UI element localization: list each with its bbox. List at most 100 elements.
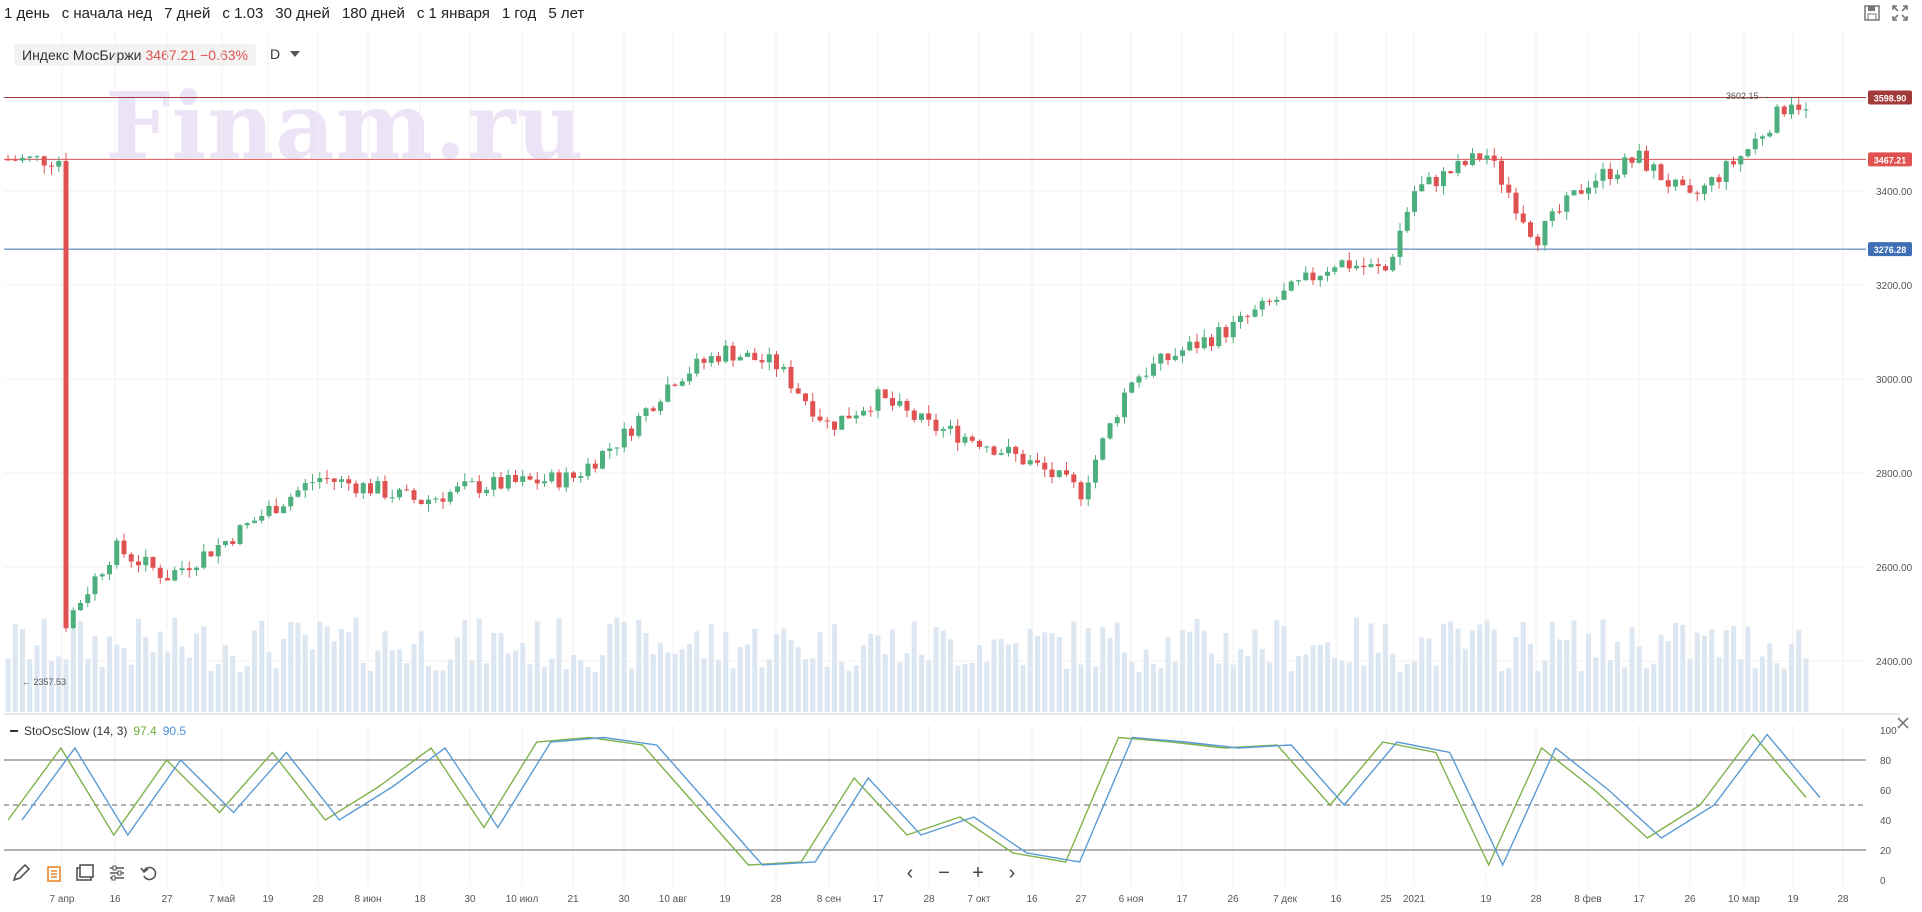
candle-body [1288, 281, 1294, 291]
time-tick-label: 18 [414, 894, 426, 905]
candle-body [1557, 211, 1562, 213]
candle-body [861, 410, 866, 416]
volume-bar [1027, 628, 1033, 712]
candle-body [904, 401, 910, 411]
candle-body [571, 472, 576, 478]
scroll-right-icon[interactable]: › [1002, 862, 1022, 885]
volume-bar [382, 631, 388, 712]
undo-icon[interactable] [136, 860, 162, 886]
volume-bar [404, 663, 410, 712]
volume-bar [853, 665, 859, 712]
price-tick-label: 2400.00 [1876, 657, 1913, 668]
volume-bar [259, 620, 265, 712]
volume-bar [904, 653, 910, 712]
candle-body [34, 156, 40, 158]
osc-tick-label: 20 [1880, 846, 1892, 857]
candle-body [1426, 176, 1432, 185]
volume-bar [12, 623, 18, 712]
settings-icon[interactable] [104, 860, 130, 886]
candle-body [853, 415, 859, 419]
candle-body [266, 505, 272, 516]
candle-body [85, 594, 91, 603]
volume-bar [621, 621, 627, 712]
volume-bar [310, 649, 315, 712]
volume-bar [1564, 640, 1570, 712]
candle-body [1143, 375, 1149, 377]
candle-body [614, 447, 620, 449]
candle-body [607, 448, 613, 451]
candle-body [940, 428, 946, 431]
candle-body [440, 498, 446, 502]
candle-body [679, 381, 685, 386]
candle-body [12, 159, 18, 161]
candle-body [1317, 275, 1323, 281]
volume-bar [890, 629, 895, 712]
volume-bar [1549, 622, 1555, 712]
volume-bar [1644, 668, 1649, 712]
volume-bar [730, 668, 736, 712]
volume-bar [78, 621, 83, 712]
candle-body [556, 472, 562, 488]
scroll-left-icon[interactable]: ‹ [900, 862, 920, 885]
volume-bar [5, 658, 11, 712]
volume-bar [1397, 671, 1403, 712]
candle-body [832, 421, 837, 430]
candle-body [687, 373, 692, 382]
candle-body [295, 490, 301, 497]
osc-tick-label: 40 [1880, 816, 1892, 827]
candle-body [433, 498, 439, 500]
candle-body [759, 360, 765, 363]
templates-icon[interactable] [72, 860, 98, 886]
volume-bar [397, 649, 402, 712]
volume-bar [455, 637, 460, 712]
volume-bar [1267, 662, 1272, 712]
volume-bar [1571, 620, 1577, 712]
volume-bar [759, 667, 765, 712]
candle-body [70, 610, 76, 629]
candle-body [1491, 155, 1497, 161]
candle-body [360, 483, 366, 494]
volume-bar [1252, 629, 1258, 712]
candle-body [353, 483, 359, 494]
volume-bar [1259, 648, 1265, 712]
candle-body [63, 161, 69, 629]
candle-body [1245, 315, 1251, 317]
indicators-icon[interactable] [40, 860, 66, 886]
volume-bar [1281, 626, 1287, 712]
candle-body [1528, 222, 1533, 237]
pencil-icon[interactable] [8, 860, 34, 886]
candle-body [56, 161, 62, 167]
candle-body [788, 366, 794, 389]
zoom-in-icon[interactable]: + [968, 862, 988, 885]
drawing-toolbar [8, 860, 162, 886]
time-tick-label: 6 ноя [1119, 894, 1144, 905]
volume-bar [339, 628, 344, 712]
volume-bar [687, 643, 692, 712]
volume-bar [252, 630, 257, 712]
volume-bar [1093, 666, 1098, 712]
candle-body [143, 556, 149, 566]
candle-body [592, 463, 598, 469]
candle-body [1375, 264, 1381, 267]
volume-bar [1129, 662, 1135, 712]
price-chart[interactable]: 3598.90 3467.21 3276.28 3400.00 3200.00 3000… [0, 0, 1922, 912]
close-icon[interactable] [1896, 716, 1912, 732]
volume-bar [984, 662, 990, 712]
volume-bar [882, 654, 888, 712]
candle-body [1738, 156, 1744, 165]
zoom-out-icon[interactable]: − [934, 862, 954, 885]
candle-body [78, 602, 83, 611]
volume-bar [1165, 636, 1171, 712]
candle-body [513, 474, 518, 482]
candle-body [795, 388, 801, 394]
volume-bar [1441, 623, 1446, 712]
candle-body [1477, 153, 1483, 160]
volume-bar [230, 655, 236, 712]
candle-body [600, 450, 605, 469]
volume-bar [1390, 653, 1396, 712]
volume-bar [99, 667, 105, 712]
volume-bar [534, 621, 540, 712]
time-tick-label: 30 [464, 894, 476, 905]
candle-body [1209, 337, 1214, 347]
volume-bar [157, 631, 163, 712]
